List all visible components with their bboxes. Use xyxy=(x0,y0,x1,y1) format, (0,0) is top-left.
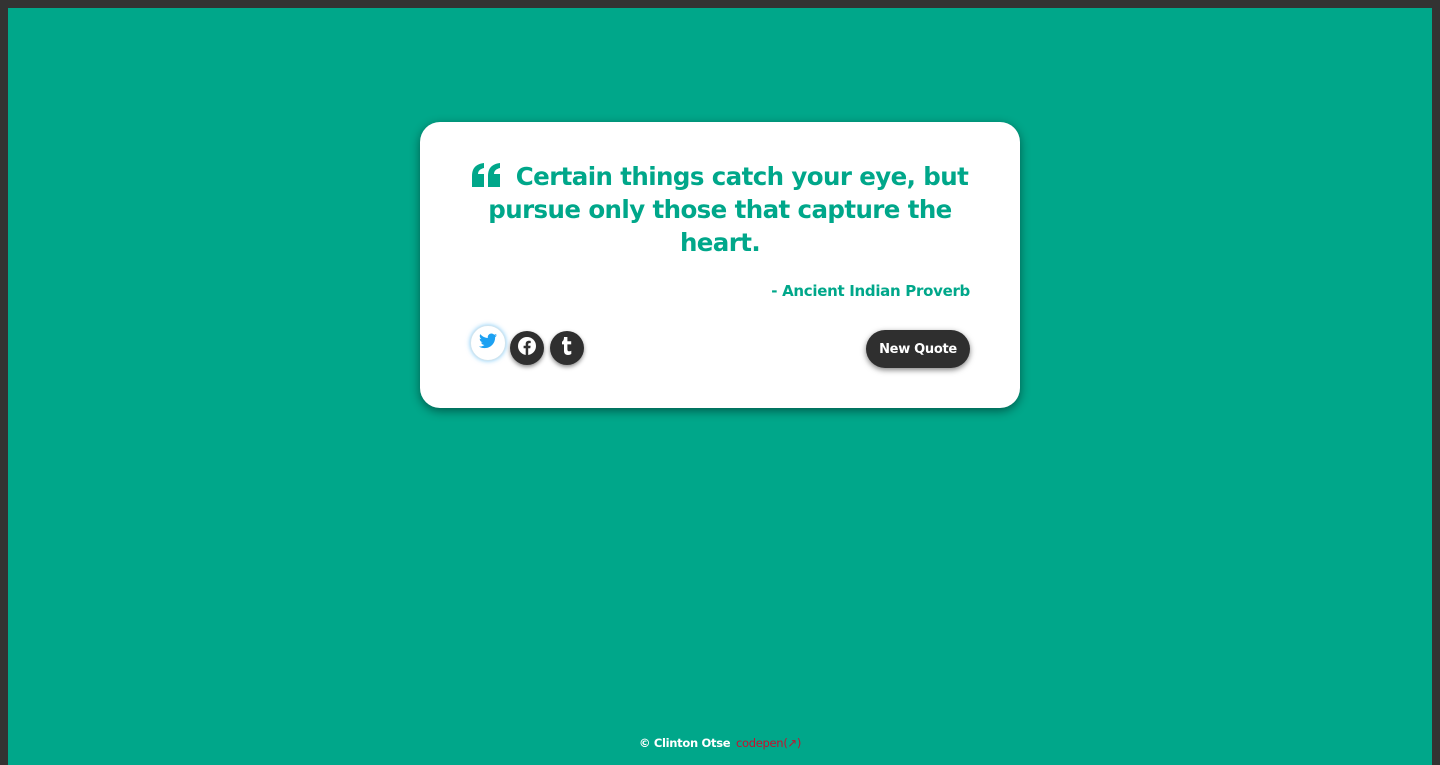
tumblr-icon xyxy=(561,337,573,359)
share-facebook-button[interactable] xyxy=(510,331,544,365)
quote-block: Certain things catch your eye, but pursu… xyxy=(470,160,970,259)
twitter-icon xyxy=(479,333,497,353)
external-link-icon: (↗) xyxy=(783,736,802,750)
page-background: Certain things catch your eye, but pursu… xyxy=(8,8,1432,765)
quote-text: Certain things catch your eye, but pursu… xyxy=(488,162,969,257)
quote-author: - Ancient Indian Proverb xyxy=(771,282,970,300)
quote-card: Certain things catch your eye, but pursu… xyxy=(420,122,1020,408)
footer-credit: © Clinton Otse xyxy=(638,736,731,750)
share-twitter-button[interactable] xyxy=(470,325,506,361)
new-quote-button[interactable]: New Quote xyxy=(866,330,970,368)
facebook-icon xyxy=(517,336,537,360)
share-tumblr-button[interactable] xyxy=(550,331,584,365)
quote-left-icon xyxy=(471,162,502,187)
footer: © Clinton Otse codepen(↗) xyxy=(8,736,1432,750)
codepen-link[interactable]: codepen xyxy=(736,736,784,750)
